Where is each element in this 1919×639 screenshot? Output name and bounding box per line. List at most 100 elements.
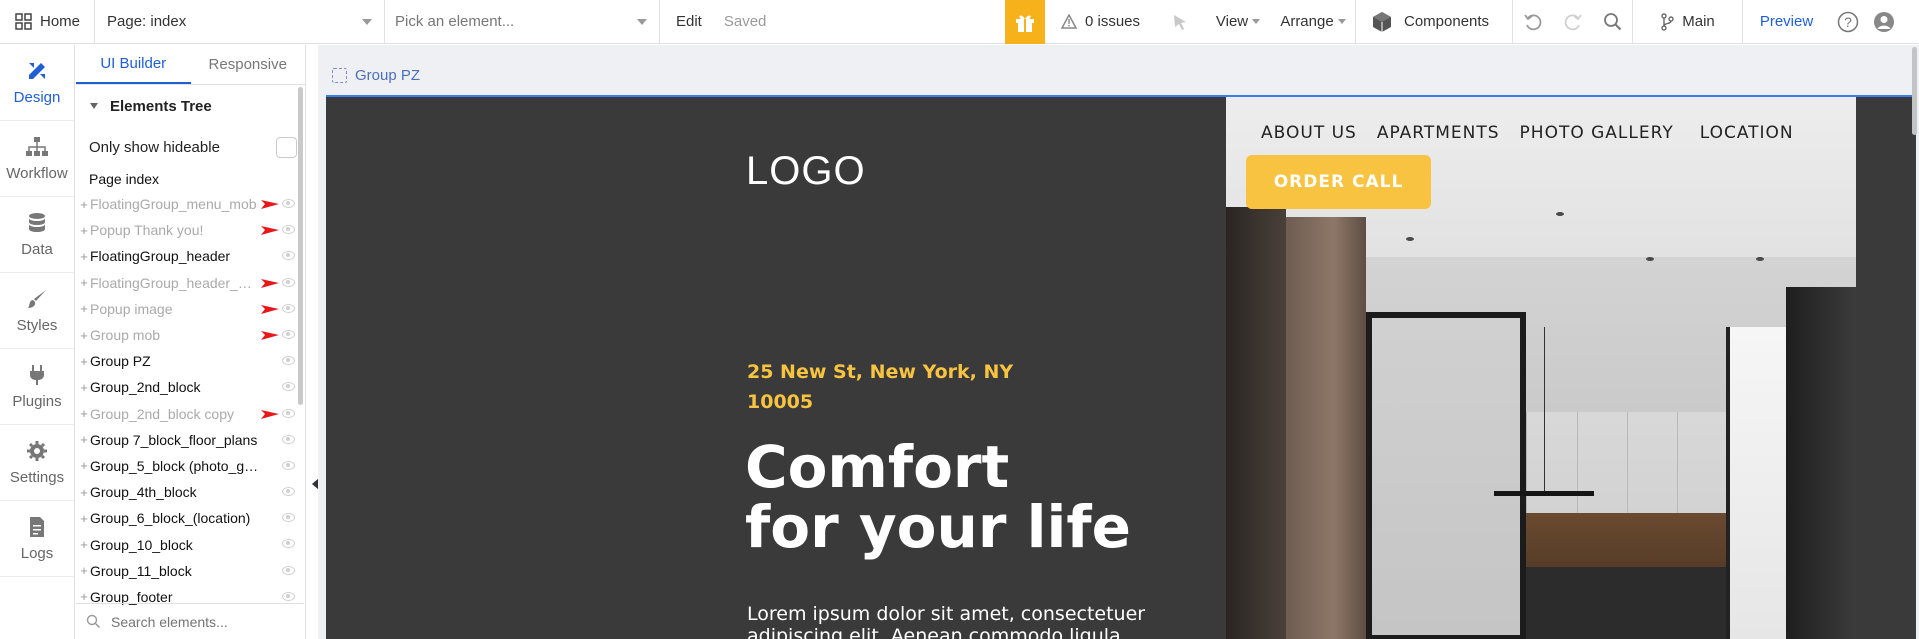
expand-plus-icon[interactable]: + <box>78 537 90 552</box>
tree-item-label: Popup Thank you! <box>90 222 204 239</box>
home-button[interactable]: Home <box>0 0 95 44</box>
nav-link-location[interactable]: LOCATION <box>1700 123 1794 143</box>
nav-link-apartments[interactable]: APARTMENTS <box>1377 123 1500 143</box>
redo-button[interactable] <box>1553 0 1593 44</box>
order-call-button[interactable]: ORDER CALL <box>1246 155 1431 209</box>
help-button[interactable]: ? <box>1830 0 1866 44</box>
expand-plus-icon[interactable]: + <box>78 406 90 421</box>
components-button[interactable]: Components <box>1356 0 1513 44</box>
red-arrow-annotation-icon <box>261 200 279 209</box>
tree-item[interactable]: + FloatingGroup_header <box>76 243 305 269</box>
tree-item[interactable]: + Group_6_block_(location) <box>76 505 305 531</box>
site-logo[interactable]: LOGO <box>746 149 866 194</box>
tree-item[interactable]: + Group 7_block_floor_plans <box>76 427 305 453</box>
arrange-menu[interactable]: Arrange <box>1271 0 1356 44</box>
page-selector[interactable]: Page: index <box>95 0 385 44</box>
view-menu[interactable]: View <box>1205 0 1271 44</box>
visibility-eye-icon[interactable] <box>282 565 295 575</box>
tree-page-index[interactable]: Page index <box>76 167 305 191</box>
nav-plugins[interactable]: Plugins <box>0 349 74 425</box>
only-hideable-checkbox[interactable] <box>276 136 297 158</box>
expand-plus-icon[interactable]: + <box>78 511 90 526</box>
expand-plus-icon[interactable]: + <box>78 223 90 238</box>
canvas-scrollbar[interactable] <box>1912 47 1917 135</box>
group-pz-artboard[interactable]: LOGO 25 New St, New York, NY 10005 Comfo… <box>326 95 1916 639</box>
expand-plus-icon[interactable]: + <box>78 275 90 290</box>
visibility-eye-icon[interactable] <box>282 408 295 418</box>
element-picker[interactable]: Pick an element... <box>385 0 660 44</box>
visibility-eye-icon[interactable] <box>282 460 295 470</box>
elements-tree-header[interactable]: Elements Tree <box>76 85 305 127</box>
nav-settings[interactable]: Settings <box>0 425 74 501</box>
tree-item[interactable]: + Group PZ <box>76 348 305 374</box>
expand-plus-icon[interactable]: + <box>78 328 90 343</box>
tree-item[interactable]: + Group_10_block <box>76 531 305 557</box>
tree-item-label: Group mob <box>90 327 161 344</box>
chevron-down-icon <box>362 18 372 25</box>
nav-link-gallery[interactable]: PHOTO GALLERY <box>1520 123 1674 143</box>
tree-item[interactable]: + Group_2nd_block copy <box>76 401 305 427</box>
branch-selector[interactable]: Main <box>1633 0 1743 44</box>
nav-link-about[interactable]: ABOUT US <box>1261 123 1357 143</box>
expand-plus-icon[interactable]: + <box>78 197 90 212</box>
visibility-eye-icon[interactable] <box>282 329 295 339</box>
expand-plus-icon[interactable]: + <box>78 354 90 369</box>
tree-item-label: Group PZ <box>90 353 151 370</box>
visibility-eye-icon[interactable] <box>282 199 295 208</box>
search-elements-input[interactable] <box>111 613 281 630</box>
tree-item[interactable]: + FloatingGroup_header_mob <box>76 270 305 296</box>
hero-headline[interactable]: Comfort for your life <box>745 437 1165 557</box>
expand-plus-icon[interactable]: + <box>78 458 90 473</box>
visibility-eye-icon[interactable] <box>282 382 295 392</box>
visibility-eye-icon[interactable] <box>282 225 295 235</box>
expand-plus-icon[interactable]: + <box>78 432 90 447</box>
issues-button[interactable]: 0 issues <box>1045 0 1155 44</box>
design-canvas[interactable]: Group PZ LOGO 25 New St, New York, NY 10… <box>318 45 1919 639</box>
visibility-eye-icon[interactable] <box>282 487 295 497</box>
nav-label: Workflow <box>6 165 68 182</box>
tree-item[interactable]: + Popup image <box>76 296 305 322</box>
nav-workflow[interactable]: Workflow <box>0 121 74 197</box>
visibility-eye-icon[interactable] <box>282 591 295 601</box>
visibility-eye-icon[interactable] <box>282 513 295 523</box>
inspect-button[interactable] <box>1155 0 1205 44</box>
database-icon <box>25 211 49 235</box>
tree-item[interactable]: + Group mob <box>76 322 305 348</box>
tree-item[interactable]: + Group_4th_block <box>76 479 305 505</box>
nav-styles[interactable]: Styles <box>0 273 74 349</box>
tab-responsive[interactable]: Responsive <box>191 45 306 84</box>
visibility-eye-icon[interactable] <box>282 303 295 313</box>
visibility-eye-icon[interactable] <box>282 251 295 261</box>
expand-plus-icon[interactable]: + <box>78 249 90 264</box>
preview-button[interactable]: Preview <box>1743 0 1830 44</box>
user-menu[interactable] <box>1866 0 1901 44</box>
visibility-eye-icon[interactable] <box>282 539 295 549</box>
visibility-eye-icon[interactable] <box>282 434 295 444</box>
expand-plus-icon[interactable]: + <box>78 485 90 500</box>
breadcrumb[interactable]: Group PZ <box>332 67 420 84</box>
nav-data[interactable]: Data <box>0 197 74 273</box>
expand-plus-icon[interactable]: + <box>78 563 90 578</box>
panel-scrollbar[interactable] <box>298 87 303 405</box>
hero-body-text[interactable]: Lorem ipsum dolor sit amet, consectetuer… <box>747 603 1177 639</box>
red-arrow-annotation-icon <box>261 226 279 236</box>
gift-button[interactable] <box>1005 0 1045 44</box>
tree-item[interactable]: + Group_5_block (photo_gall... <box>76 453 305 479</box>
tab-ui-builder[interactable]: UI Builder <box>76 45 191 84</box>
visibility-eye-icon[interactable] <box>282 356 295 366</box>
edit-label[interactable]: Edit <box>676 13 702 30</box>
undo-button[interactable] <box>1513 0 1553 44</box>
search-button[interactable] <box>1593 0 1633 44</box>
address-text[interactable]: 25 New St, New York, NY 10005 <box>747 357 1047 417</box>
tree-item[interactable]: + Popup Thank you! <box>76 217 305 243</box>
arrange-label: Arrange <box>1280 13 1334 30</box>
tree-item[interactable]: + FloatingGroup_menu_mob <box>76 191 305 217</box>
visibility-eye-icon[interactable] <box>282 277 295 287</box>
nav-logs[interactable]: Logs <box>0 501 74 577</box>
nav-design[interactable]: Design <box>0 45 74 121</box>
expand-plus-icon[interactable]: + <box>78 380 90 395</box>
tree-item[interactable]: + Group_2nd_block <box>76 374 305 400</box>
tree-item-label: Group_11_block <box>90 562 192 579</box>
expand-plus-icon[interactable]: + <box>78 301 90 316</box>
tree-item[interactable]: + Group_11_block <box>76 558 305 584</box>
